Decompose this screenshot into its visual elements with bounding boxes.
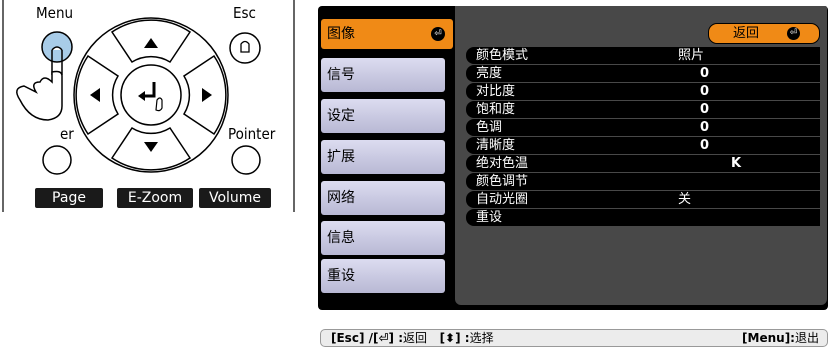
setting-name: 颜色模式 (476, 48, 529, 63)
tab-reset[interactable]: 重设 (321, 259, 445, 293)
left-arrow-icon (90, 88, 100, 102)
menu-label: Menu (36, 4, 73, 22)
setting-row[interactable]: 亮度 0 (466, 65, 820, 82)
tab-network[interactable]: 网络 (321, 181, 445, 215)
enter-icon: ⏎ (787, 27, 800, 40)
tab-signal[interactable]: 信号 (321, 58, 445, 92)
remote-illustration: Menu Esc Pointer er Page E-Zoom Volume (0, 0, 300, 215)
volume-key[interactable]: Volume (199, 188, 271, 208)
setting-value: 关 (678, 192, 692, 207)
setting-name: 亮度 (476, 66, 503, 81)
left-small-button (42, 145, 72, 175)
tab-image[interactable]: 图像 ⏎ (321, 19, 453, 49)
back-button[interactable]: 返回 ⏎ (708, 23, 820, 44)
help-sep: ] : (388, 331, 403, 345)
setting-row[interactable]: 绝对色温 K (466, 155, 820, 172)
setting-name: 色调 (476, 120, 503, 135)
setting-name: 重设 (476, 210, 503, 225)
setting-name: 饱和度 (476, 102, 516, 117)
up-arrow-icon (144, 38, 158, 48)
help-right: [Menu]:退出 (742, 330, 819, 346)
ezoom-key[interactable]: E-Zoom (117, 188, 193, 208)
help-exit-key: [Menu]: (742, 331, 795, 345)
pointer-button (231, 145, 261, 175)
setting-value: K (731, 156, 742, 171)
setting-row[interactable]: 重设 (466, 209, 820, 226)
setting-name: 绝对色温 (476, 156, 529, 171)
pointer-label: Pointer (228, 125, 276, 143)
setting-row[interactable]: 色调 0 (466, 119, 820, 136)
setting-name: 颜色调节 (476, 174, 529, 189)
dpad[interactable] (73, 17, 229, 173)
tab-settings[interactable]: 设定 (321, 99, 445, 133)
help-sep: ] : (455, 331, 470, 345)
esc-button (229, 32, 261, 64)
back-label: 返回 (733, 26, 760, 41)
enter-icon: ⏎ (431, 27, 445, 41)
help-select-text: 选择 (469, 331, 494, 345)
tab-info[interactable]: 信息 (321, 221, 445, 255)
setting-row[interactable]: 饱和度 0 (466, 101, 820, 118)
setting-row[interactable]: 颜色模式 照片 (466, 47, 820, 64)
tab-label: 图像 (327, 26, 355, 42)
help-bar: [Esc] /[⏎] :返回 [⬍] :选择 [Menu]:退出 (320, 329, 828, 347)
partial-label: er (60, 125, 74, 143)
page-key[interactable]: Page (35, 188, 103, 208)
setting-value: 0 (700, 84, 710, 99)
setting-row[interactable]: 自动光圈 关 (466, 191, 820, 208)
setting-value: 0 (700, 120, 710, 135)
setting-value: 0 (700, 138, 710, 153)
down-arrow-icon (144, 142, 158, 152)
setting-row[interactable]: 对比度 0 (466, 83, 820, 100)
tab-extended[interactable]: 扩展 (321, 140, 445, 174)
setting-value: 照片 (678, 48, 705, 63)
setting-name: 清晰度 (476, 138, 516, 153)
setting-value: 0 (700, 102, 710, 117)
help-exit-text: 退出 (794, 331, 819, 345)
help-back-text: 返回 (403, 331, 428, 345)
setting-name: 自动光圈 (476, 192, 529, 207)
up-down-icon: ⬍ (445, 331, 456, 345)
help-esc-keys: [Esc] /[ (331, 331, 379, 345)
help-left: [Esc] /[⏎] :返回 [⬍] :选择 (331, 330, 494, 346)
setting-value: 0 (700, 66, 710, 81)
remote-graphic: Menu Esc Pointer er (2, 0, 295, 212)
enter-icon: ⏎ (378, 331, 389, 345)
esc-label: Esc (233, 4, 256, 22)
setting-name: 对比度 (476, 84, 516, 99)
setting-row[interactable]: 清晰度 0 (466, 137, 820, 154)
right-arrow-icon (202, 88, 212, 102)
setting-row[interactable]: 颜色调节 (466, 173, 820, 190)
